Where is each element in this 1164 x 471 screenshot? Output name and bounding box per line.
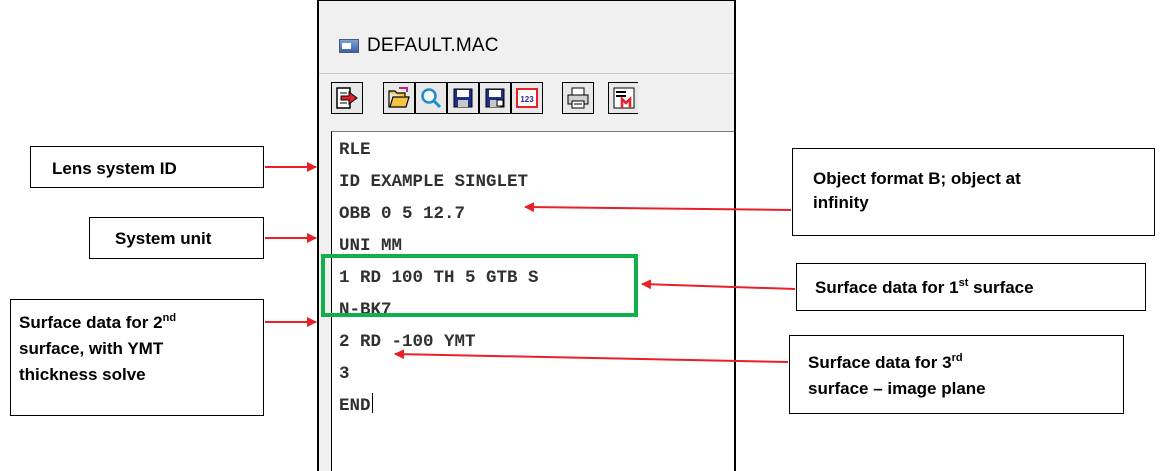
callout-surface-3-sup: rd (951, 352, 963, 364)
callout-system-unit-text: System unit (115, 229, 212, 248)
line-numbers-button[interactable]: 123 (511, 82, 543, 114)
callout-object-format-line1: Object format B; object at (813, 169, 1021, 188)
save-as-icon (485, 88, 505, 108)
code-line[interactable]: 2 RD -100 YMT (339, 326, 539, 358)
callout-surface-2-sup: nd (162, 312, 177, 324)
line-numbers-label: 123 (520, 95, 534, 104)
callout-surface-2: Surface data for 2nd surface, with YMT t… (10, 299, 264, 416)
text-caret (371, 393, 374, 413)
find-button[interactable] (415, 82, 447, 114)
open-button[interactable] (383, 82, 415, 114)
macro-editor-window: DEFAULT.MAC 123 RLE ID EXAMPLE SINGLET O… (317, 0, 736, 471)
save-as-button[interactable] (479, 82, 511, 114)
callout-surface-1: Surface data for 1st surface (796, 263, 1146, 311)
macro-button[interactable] (608, 82, 638, 114)
callout-surface-2-line3: thickness solve (19, 365, 146, 384)
callout-object-format-line2: infinity (813, 193, 869, 212)
code-line[interactable]: ID EXAMPLE SINGLET (339, 166, 539, 198)
surface-1-highlight-box (321, 254, 638, 317)
execute-button[interactable] (331, 82, 363, 114)
window-app-icon (339, 39, 359, 53)
callout-surface-1-suffix: surface (968, 278, 1034, 297)
callout-object-format: Object format B; object at infinity (792, 148, 1155, 236)
callout-surface-3-prefix: Surface data for 3 (808, 353, 952, 372)
execute-arrow-icon (336, 87, 358, 109)
search-icon (421, 88, 442, 109)
title-bar[interactable]: DEFAULT.MAC (319, 1, 734, 79)
line-numbers-icon: 123 (516, 88, 538, 108)
callout-lens-system-id-text: Lens system ID (52, 159, 177, 178)
callout-surface-2-prefix: Surface data for 2 (19, 313, 163, 332)
window-title: DEFAULT.MAC (367, 35, 499, 56)
code-line-end[interactable]: END (339, 390, 539, 422)
callout-lens-system-id: Lens system ID (30, 146, 264, 188)
save-icon (453, 88, 473, 108)
open-folder-icon (388, 87, 410, 108)
print-button[interactable] (562, 82, 594, 114)
code-line[interactable]: OBB 0 5 12.7 (339, 198, 539, 230)
code-line-text: END (339, 396, 371, 416)
code-line[interactable]: RLE (339, 134, 539, 166)
callout-surface-3-line1: Surface data for 3rd (808, 350, 1123, 376)
callout-surface-1-sup: st (958, 277, 969, 289)
macro-icon (613, 87, 634, 109)
callout-surface-2-line1: Surface data for 2nd (19, 310, 263, 336)
callout-surface-3: Surface data for 3rd surface – image pla… (789, 335, 1124, 414)
code-line[interactable]: 3 (339, 358, 539, 390)
callout-system-unit: System unit (89, 217, 264, 259)
toolbar: 123 (319, 73, 734, 120)
callout-surface-1-prefix: Surface data for 1 (815, 278, 959, 297)
save-button[interactable] (447, 82, 479, 114)
callout-surface-2-line2: surface, with YMT (19, 339, 164, 358)
print-icon (567, 87, 589, 109)
callout-surface-3-line2: surface – image plane (808, 379, 986, 398)
